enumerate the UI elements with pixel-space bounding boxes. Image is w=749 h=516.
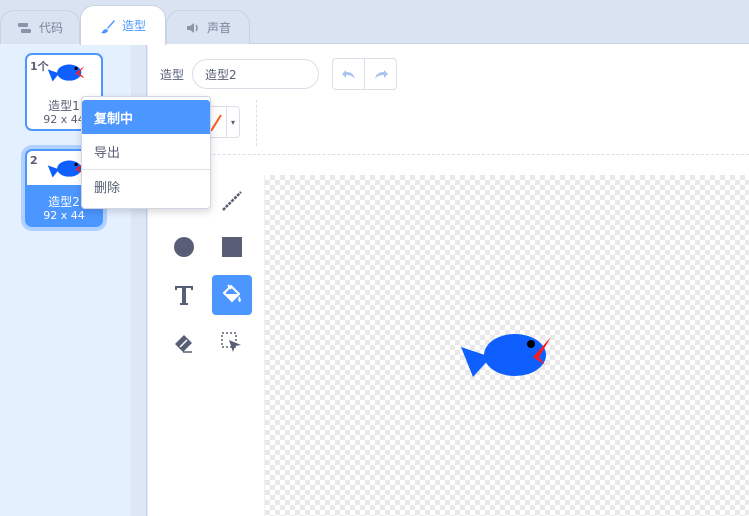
select-icon bbox=[221, 332, 241, 352]
costume-number: 2 bbox=[30, 154, 38, 167]
costume-size: 92 x 44 bbox=[43, 209, 85, 222]
eraser-tool[interactable] bbox=[164, 323, 204, 363]
redo-button[interactable] bbox=[364, 59, 396, 89]
fill-tool[interactable] bbox=[212, 275, 252, 315]
line-tool[interactable] bbox=[212, 181, 252, 221]
paintbrush-icon bbox=[100, 19, 116, 33]
redo-icon bbox=[374, 70, 388, 79]
chevron-down-icon: ▾ bbox=[230, 117, 235, 127]
paint-editor: 造型 ▾ bbox=[148, 44, 749, 516]
fish-icon[interactable] bbox=[459, 333, 553, 379]
toolbar-separator bbox=[148, 154, 749, 155]
line-tool-icon bbox=[222, 191, 242, 211]
toolbar-divider bbox=[256, 100, 257, 146]
speaker-icon bbox=[185, 21, 201, 35]
undo-redo-group bbox=[332, 58, 397, 90]
select-tool[interactable] bbox=[212, 323, 252, 363]
tab-bar: 代码 造型 声音 bbox=[0, 0, 749, 45]
rectangle-tool[interactable] bbox=[212, 227, 252, 267]
text-tool[interactable] bbox=[164, 275, 204, 315]
context-menu: 复制中 导出 删除 bbox=[81, 96, 211, 209]
circle-tool-icon bbox=[174, 237, 194, 257]
tab-code[interactable]: 代码 bbox=[0, 10, 80, 44]
costume-name-label: 造型 bbox=[160, 68, 185, 82]
menu-item-duplicate[interactable]: 复制中 bbox=[82, 100, 210, 134]
menu-item-export[interactable]: 导出 bbox=[82, 134, 210, 168]
tab-code-label: 代码 bbox=[38, 21, 63, 35]
tab-costumes[interactable]: 造型 bbox=[80, 5, 166, 45]
circle-tool[interactable] bbox=[164, 227, 204, 267]
fill-bucket-icon bbox=[222, 284, 241, 303]
rectangle-tool-icon bbox=[222, 237, 242, 257]
costume-number: 1个 bbox=[30, 60, 49, 73]
undo-icon bbox=[341, 70, 355, 79]
code-blocks-icon bbox=[17, 21, 33, 35]
fish-icon bbox=[47, 160, 85, 178]
outline-color-dropdown[interactable]: ▾ bbox=[226, 106, 240, 138]
eraser-icon bbox=[175, 335, 192, 353]
text-tool-icon bbox=[175, 286, 193, 305]
tab-sounds-label: 声音 bbox=[206, 21, 231, 35]
undo-button[interactable] bbox=[333, 59, 364, 89]
drawing-canvas[interactable] bbox=[264, 175, 749, 516]
tab-costumes-label: 造型 bbox=[121, 19, 146, 33]
menu-item-delete[interactable]: 删除 bbox=[82, 169, 210, 203]
tab-sounds[interactable]: 声音 bbox=[166, 10, 250, 44]
costume-name-input[interactable] bbox=[192, 59, 319, 89]
fish-icon bbox=[47, 64, 85, 82]
